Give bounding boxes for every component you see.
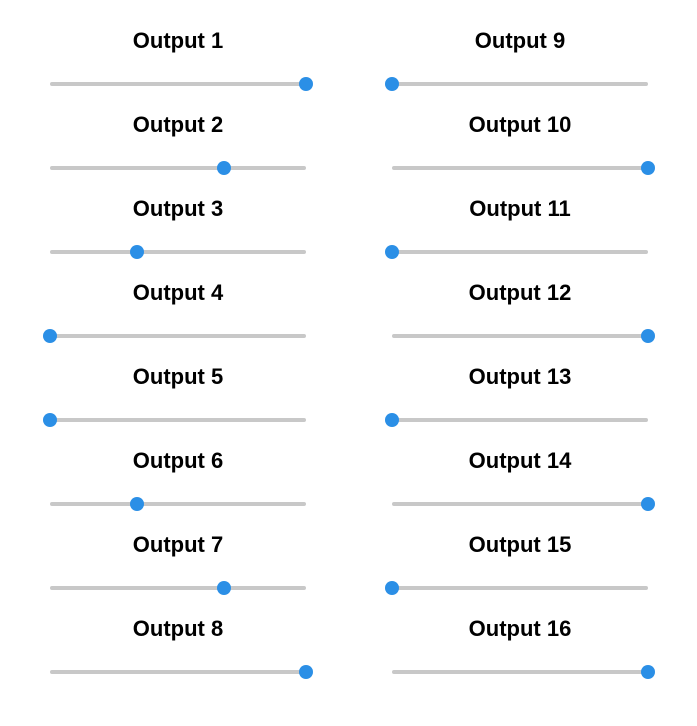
output-3-label: Output 3 xyxy=(132,196,224,221)
output-16-slider[interactable] xyxy=(392,662,655,682)
output-12-control: Output 12 xyxy=(360,276,680,360)
slider-thumb[interactable] xyxy=(217,581,232,595)
output-14-label: Output 14 xyxy=(468,448,572,473)
output-4-control: Output 4 xyxy=(18,276,338,360)
output-6-control: Output 6 xyxy=(18,444,338,528)
output-5-control: Output 5 xyxy=(18,360,338,444)
slider-thumb[interactable] xyxy=(385,413,399,427)
slider-track[interactable] xyxy=(50,334,306,338)
outputs-panel: Output 1 Output 2 Output 3 Output 4 Output 5… xyxy=(0,0,697,726)
slider-thumb[interactable] xyxy=(217,161,232,175)
slider-thumb[interactable] xyxy=(43,413,57,427)
slider-track[interactable] xyxy=(392,166,648,170)
slider-thumb[interactable] xyxy=(385,77,399,91)
slider-track[interactable] xyxy=(392,334,648,338)
output-10-label: Output 10 xyxy=(468,112,572,137)
output-7-control: Output 7 xyxy=(18,528,338,612)
slider-track[interactable] xyxy=(50,250,306,254)
slider-track[interactable] xyxy=(392,250,648,254)
slider-track[interactable] xyxy=(50,166,306,170)
slider-track[interactable] xyxy=(50,82,306,86)
output-4-slider[interactable] xyxy=(43,326,306,346)
output-14-control: Output 14 xyxy=(360,444,680,528)
slider-track[interactable] xyxy=(50,670,306,674)
output-3-control: Output 3 xyxy=(18,192,338,276)
slider-track[interactable] xyxy=(392,670,648,674)
outputs-column-right: Output 9 Output 10 Output 11 Output 12 Outpu… xyxy=(360,24,680,696)
output-5-label: Output 5 xyxy=(132,364,224,389)
slider-track[interactable] xyxy=(392,586,648,590)
output-13-label: Output 13 xyxy=(468,364,572,389)
slider-thumb[interactable] xyxy=(43,329,57,343)
slider-thumb[interactable] xyxy=(385,245,399,259)
slider-track[interactable] xyxy=(392,82,648,86)
output-2-control: Output 2 xyxy=(18,108,338,192)
output-5-slider[interactable] xyxy=(43,410,306,430)
output-9-slider[interactable] xyxy=(385,74,648,94)
slider-track[interactable] xyxy=(392,418,648,422)
output-15-control: Output 15 xyxy=(360,528,680,612)
output-1-control: Output 1 xyxy=(18,24,338,108)
output-11-control: Output 11 xyxy=(360,192,680,276)
output-8-label: Output 8 xyxy=(132,616,224,641)
output-11-label: Output 11 xyxy=(469,196,571,221)
output-6-slider[interactable] xyxy=(50,494,306,514)
output-10-control: Output 10 xyxy=(360,108,680,192)
output-1-label: Output 1 xyxy=(132,28,224,53)
output-13-slider[interactable] xyxy=(385,410,648,430)
slider-thumb[interactable] xyxy=(641,665,655,679)
output-8-control: Output 8 xyxy=(18,612,338,696)
output-16-control: Output 16 xyxy=(360,612,680,696)
slider-track[interactable] xyxy=(50,502,306,506)
slider-thumb[interactable] xyxy=(299,77,313,91)
slider-thumb[interactable] xyxy=(130,245,145,259)
output-9-control: Output 9 xyxy=(360,24,680,108)
output-12-slider[interactable] xyxy=(392,326,655,346)
output-6-label: Output 6 xyxy=(132,448,224,473)
output-11-slider[interactable] xyxy=(385,242,648,262)
output-2-slider[interactable] xyxy=(50,158,306,178)
output-16-label: Output 16 xyxy=(468,616,572,641)
output-10-slider[interactable] xyxy=(392,158,655,178)
slider-thumb[interactable] xyxy=(641,329,655,343)
slider-thumb[interactable] xyxy=(641,161,655,175)
output-4-label: Output 4 xyxy=(132,280,224,305)
output-15-slider[interactable] xyxy=(385,578,648,598)
output-8-slider[interactable] xyxy=(50,662,313,682)
slider-thumb[interactable] xyxy=(299,665,313,679)
slider-thumb[interactable] xyxy=(130,497,145,511)
output-2-label: Output 2 xyxy=(132,112,224,137)
output-7-label: Output 7 xyxy=(132,532,224,557)
slider-track[interactable] xyxy=(392,502,648,506)
output-14-slider[interactable] xyxy=(392,494,655,514)
output-1-slider[interactable] xyxy=(50,74,313,94)
output-15-label: Output 15 xyxy=(468,532,572,557)
slider-thumb[interactable] xyxy=(385,581,399,595)
slider-track[interactable] xyxy=(50,586,306,590)
slider-thumb[interactable] xyxy=(641,497,655,511)
output-3-slider[interactable] xyxy=(50,242,306,262)
output-7-slider[interactable] xyxy=(50,578,306,598)
outputs-column-left: Output 1 Output 2 Output 3 Output 4 Output 5… xyxy=(18,24,338,696)
slider-track[interactable] xyxy=(50,418,306,422)
output-12-label: Output 12 xyxy=(468,280,572,305)
output-13-control: Output 13 xyxy=(360,360,680,444)
output-9-label: Output 9 xyxy=(474,28,566,53)
